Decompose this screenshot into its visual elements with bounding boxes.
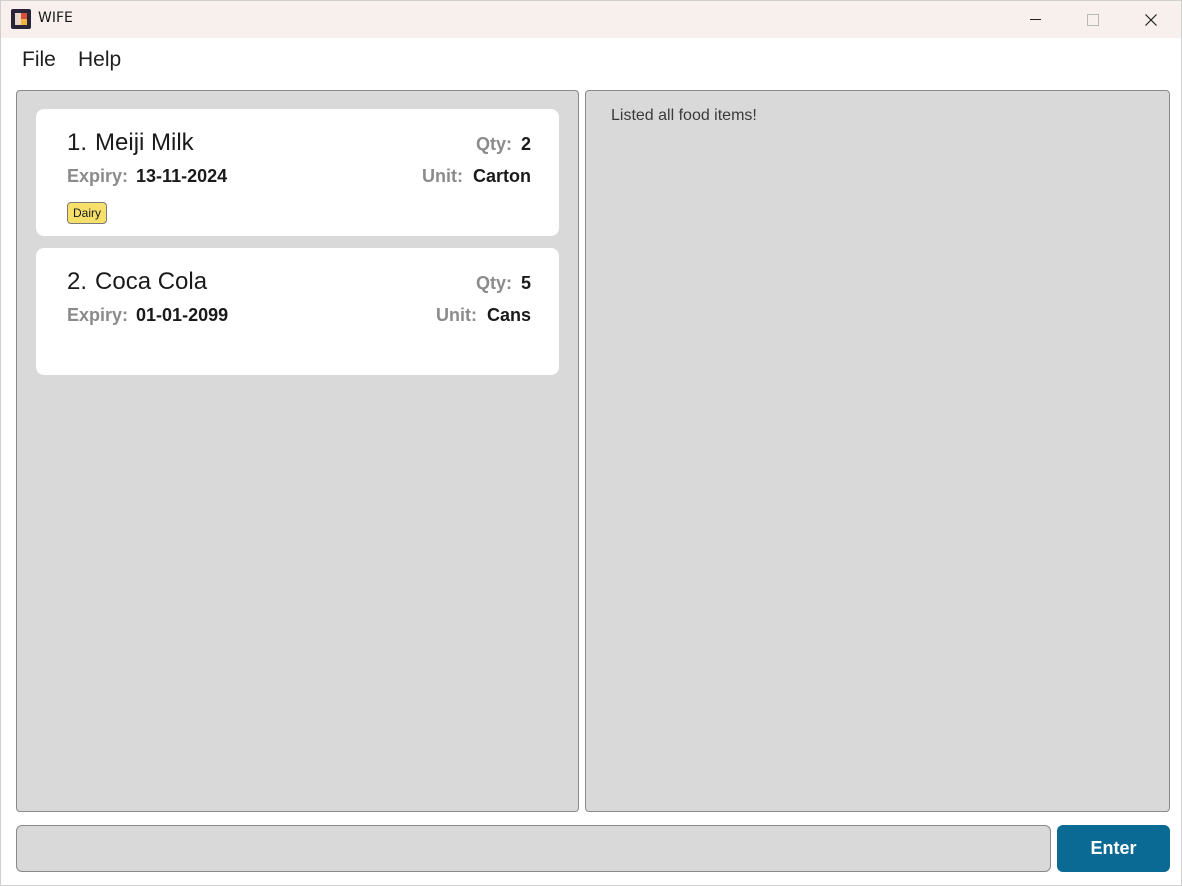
app-logo-icon (11, 9, 31, 29)
menu-help[interactable]: Help (78, 48, 121, 72)
food-item-card[interactable]: 1. Meiji Milk Qty: 2 Expiry: 13-11-2024 Uni… (36, 109, 559, 236)
menu-file[interactable]: File (22, 48, 56, 72)
expiry-label: Expiry: (67, 305, 129, 325)
unit-value: Cans (486, 305, 531, 325)
food-item-index: 2. (67, 268, 88, 295)
food-item-unit: Unit: Carton (422, 166, 531, 187)
maximize-button[interactable] (1064, 1, 1122, 38)
qty-value: 5 (520, 273, 531, 293)
food-item-title: 1. Meiji Milk (67, 129, 194, 157)
food-item-qty: Qty: 2 (476, 134, 531, 155)
result-message: Listed all food items! (611, 107, 757, 124)
enter-button[interactable]: Enter (1057, 825, 1170, 872)
expiry-value: 13-11-2024 (136, 166, 228, 186)
minimize-icon (1029, 19, 1041, 20)
menu-bar: File Help (1, 38, 1181, 82)
qty-label: Qty: (475, 273, 512, 293)
close-button[interactable] (1122, 1, 1180, 38)
food-item-name: Meiji Milk (95, 129, 194, 156)
food-item-index: 1. (67, 129, 88, 156)
food-item-tag: Dairy (67, 202, 108, 224)
expiry-value: 01-01-2099 (136, 305, 229, 325)
maximize-icon (1087, 13, 1099, 26)
title-bar: WIFE (1, 1, 1181, 38)
food-item-expiry: Expiry: 01-01-2099 (67, 305, 228, 326)
expiry-label: Expiry: (67, 166, 129, 186)
unit-value: Carton (473, 166, 531, 186)
food-list-panel[interactable]: 1. Meiji Milk Qty: 2 Expiry: 13-11-2024 Uni… (16, 90, 579, 812)
food-item-expiry: Expiry: 13-11-2024 (67, 166, 227, 187)
food-item-card[interactable]: 2. Coca Cola Qty: 5 Expiry: 01-01-2099 Unit… (36, 248, 559, 375)
food-item-title: 2. Coca Cola (67, 268, 207, 296)
unit-label: Unit: (422, 166, 463, 186)
qty-value: 2 (520, 134, 531, 154)
command-input[interactable] (16, 825, 1051, 872)
close-icon (1145, 13, 1157, 26)
minimize-button[interactable] (1006, 1, 1064, 38)
food-item-name: Coca Cola (95, 268, 208, 295)
result-display-panel: Listed all food items! (585, 90, 1170, 812)
app-window: WIFE File Help 1. Meiji Milk Qty: 2 Expi… (0, 0, 1182, 886)
food-item-unit: Unit: Cans (436, 305, 531, 326)
unit-label: Unit: (436, 305, 477, 325)
food-item-qty: Qty: 5 (476, 273, 531, 294)
window-title: WIFE (38, 10, 73, 26)
qty-label: Qty: (475, 134, 512, 154)
